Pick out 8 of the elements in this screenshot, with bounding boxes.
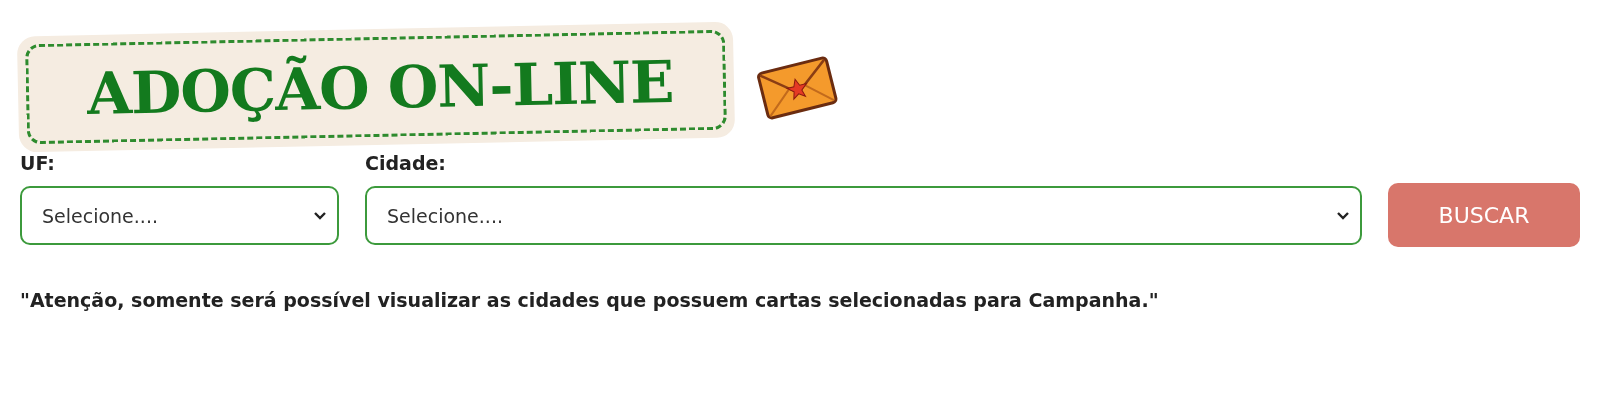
field-label: UF: bbox=[20, 152, 56, 174]
chevron-down-icon bbox=[1336, 210, 1350, 221]
notice-text: "Atenção, somente será possível visualizar as cidades que possuem cartas selecionadas para Campanha." bbox=[19, 288, 1160, 311]
dropdown-select[interactable]: Selecione.... bbox=[20, 186, 339, 245]
field-label: Cidade: bbox=[365, 152, 447, 174]
dropdown-select[interactable]: Selecione.... bbox=[365, 186, 1362, 245]
chevron-down-icon bbox=[313, 210, 327, 221]
page-title: ADOÇÃO ON-LINE bbox=[25, 29, 728, 145]
